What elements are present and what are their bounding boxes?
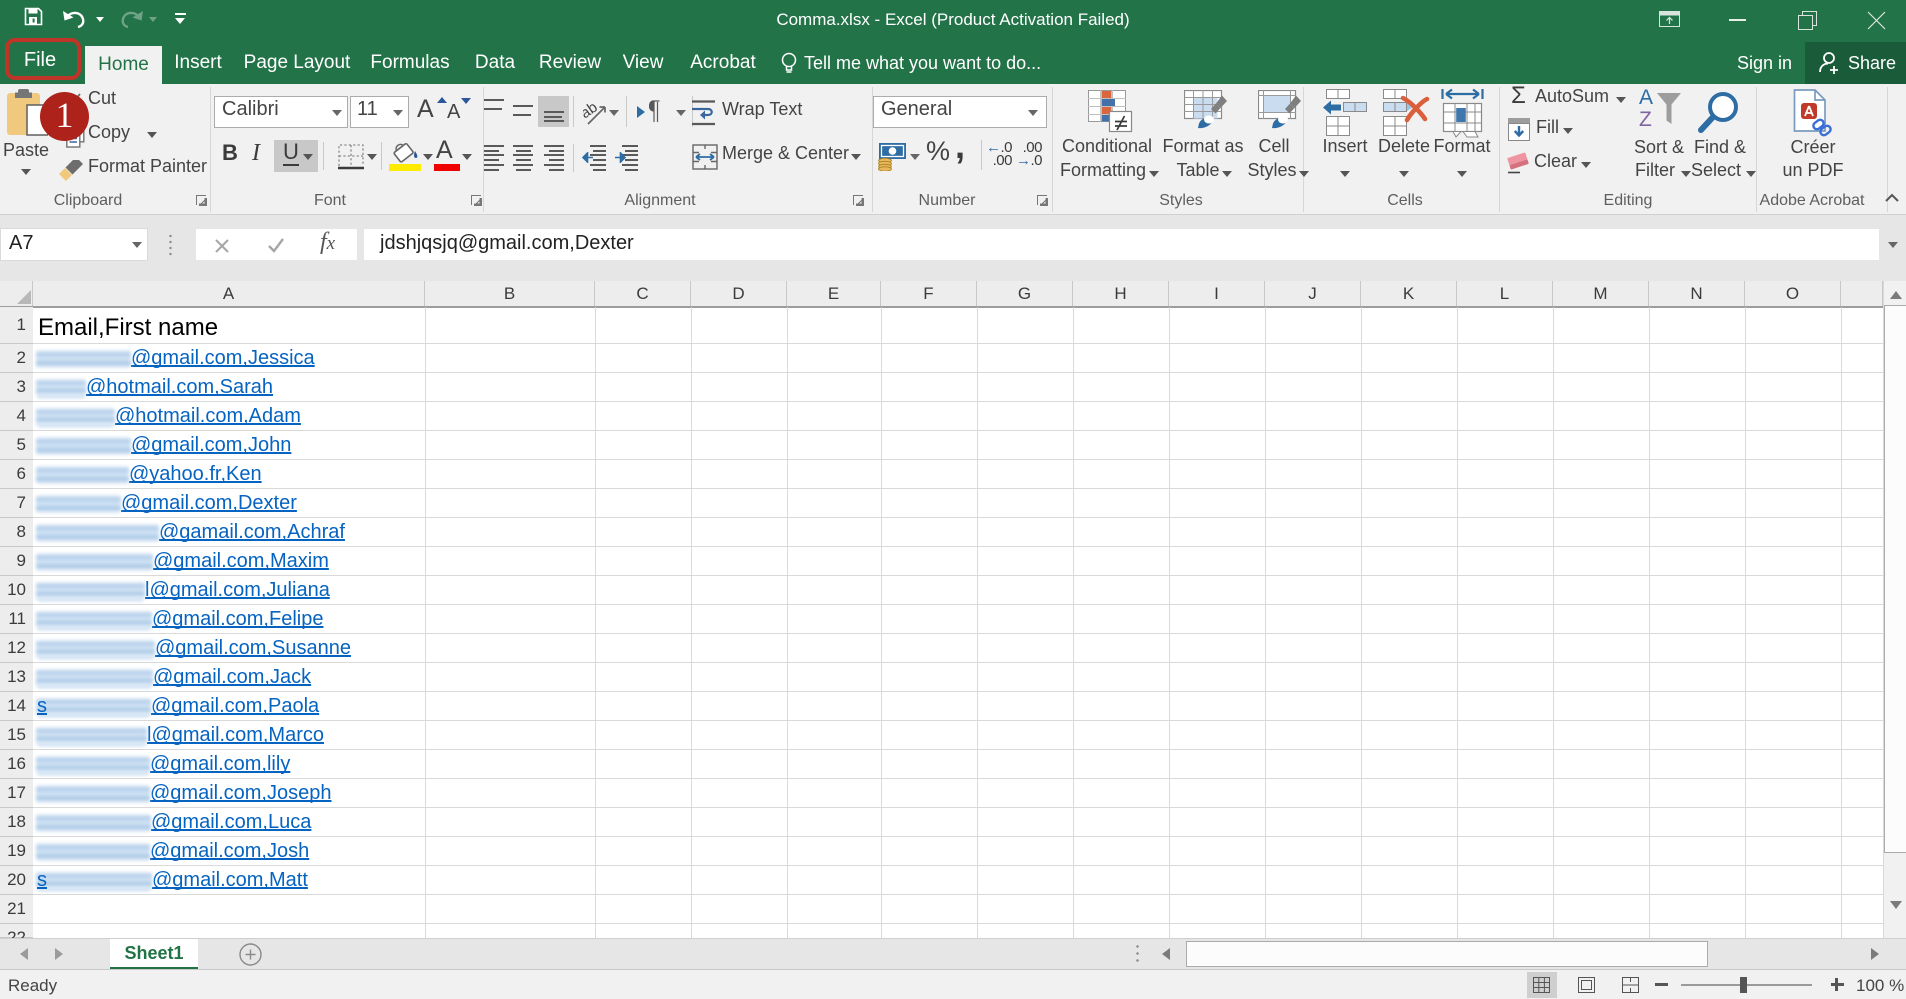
svg-text:ab: ab: [583, 99, 601, 122]
